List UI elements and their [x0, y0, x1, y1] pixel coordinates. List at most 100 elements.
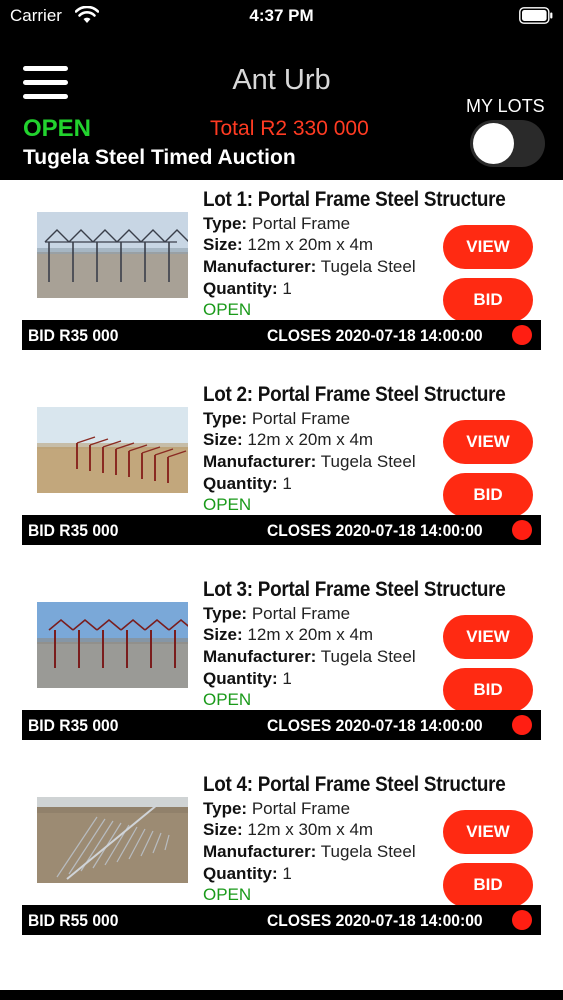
- auction-name: Tugela Steel Timed Auction: [23, 146, 296, 169]
- type-value: Portal Frame: [251, 409, 351, 428]
- lot-size: Size: 12m x 20m x 4m: [203, 625, 373, 645]
- lot-quantity: Quantity: 1: [203, 474, 292, 494]
- status-indicator-dot: [512, 325, 532, 345]
- lot-type: Type: Portal Frame: [203, 604, 350, 624]
- lot-card[interactable]: Lot 1: Portal Frame Steel Structure Type…: [0, 180, 563, 375]
- lot-type: Type: Portal Frame: [203, 409, 350, 429]
- lot-title: Lot 2: Portal Frame Steel Structure: [203, 383, 506, 406]
- lot-title: Lot 1: Portal Frame Steel Structure: [203, 188, 506, 211]
- quantity-label: Quantity:: [203, 864, 278, 883]
- size-value: 12m x 30m x 4m: [247, 820, 374, 839]
- lot-quantity: Quantity: 1: [203, 279, 292, 299]
- auction-status: OPEN: [23, 115, 92, 142]
- current-bid: BID R35 000: [28, 716, 119, 735]
- lot-image[interactable]: [37, 407, 188, 493]
- type-value: Portal Frame: [251, 799, 351, 818]
- closing-time: CLOSES 2020-07-18 14:00:00: [267, 326, 483, 345]
- lot-title: Lot 3: Portal Frame Steel Structure: [203, 578, 506, 601]
- current-bid: BID R35 000: [28, 521, 119, 540]
- app-header: Carrier 4:37 PM Ant Urb OPEN Total R2 33…: [0, 0, 563, 180]
- closing-time: CLOSES 2020-07-18 14:00:00: [267, 911, 483, 930]
- bid-button[interactable]: BID: [443, 668, 533, 712]
- current-bid: BID R55 000: [28, 911, 119, 930]
- bid-button[interactable]: BID: [443, 278, 533, 322]
- battery-icon: [519, 7, 553, 24]
- quantity-label: Quantity:: [203, 474, 278, 493]
- lot-status: OPEN: [203, 885, 252, 904]
- quantity-label: Quantity:: [203, 279, 278, 298]
- type-value: Portal Frame: [251, 604, 351, 623]
- my-lots-toggle[interactable]: [470, 120, 545, 167]
- lot-info-bar: BID R35 000 CLOSES 2020-07-18 14:00:00: [22, 515, 541, 545]
- closing-time: CLOSES 2020-07-18 14:00:00: [267, 716, 483, 735]
- lot-title: Lot 4: Portal Frame Steel Structure: [203, 773, 506, 796]
- quantity-value: 1: [282, 474, 292, 493]
- manufacturer-value: Tugela Steel: [320, 257, 416, 276]
- lot-quantity: Quantity: 1: [203, 669, 292, 689]
- lot-manufacturer: Manufacturer: Tugela Steel: [203, 842, 416, 862]
- view-button[interactable]: VIEW: [443, 615, 533, 659]
- manufacturer-label: Manufacturer:: [203, 452, 317, 471]
- size-label: Size:: [203, 235, 243, 254]
- my-lots-label: MY LOTS: [466, 96, 545, 116]
- lot-status: OPEN: [203, 495, 252, 514]
- bottom-bar: [0, 990, 563, 1000]
- toggle-knob: [473, 123, 514, 164]
- size-value: 12m x 20m x 4m: [247, 625, 374, 644]
- view-button[interactable]: VIEW: [443, 810, 533, 854]
- auction-total: Total R2 330 000: [210, 117, 369, 140]
- lot-status: OPEN: [203, 300, 252, 319]
- lot-type: Type: Portal Frame: [203, 799, 350, 819]
- type-label: Type:: [203, 799, 248, 818]
- bid-button[interactable]: BID: [443, 473, 533, 517]
- view-button[interactable]: VIEW: [443, 225, 533, 269]
- lot-manufacturer: Manufacturer: Tugela Steel: [203, 647, 416, 667]
- lot-type: Type: Portal Frame: [203, 214, 350, 234]
- type-value: Portal Frame: [251, 214, 351, 233]
- quantity-value: 1: [282, 279, 292, 298]
- lot-card[interactable]: Lot 3: Portal Frame Steel Structure Type…: [0, 570, 563, 765]
- lot-card[interactable]: Lot 2: Portal Frame Steel Structure Type…: [0, 375, 563, 570]
- lot-info-bar: BID R55 000 CLOSES 2020-07-18 14:00:00: [22, 905, 541, 935]
- lot-image[interactable]: [37, 212, 188, 298]
- quantity-value: 1: [282, 669, 292, 688]
- manufacturer-label: Manufacturer:: [203, 842, 317, 861]
- closing-time: CLOSES 2020-07-18 14:00:00: [267, 521, 483, 540]
- size-label: Size:: [203, 625, 243, 644]
- lot-size: Size: 12m x 20m x 4m: [203, 430, 373, 450]
- type-label: Type:: [203, 604, 248, 623]
- app-title: Ant Urb: [232, 64, 331, 96]
- size-label: Size:: [203, 820, 243, 839]
- manufacturer-label: Manufacturer:: [203, 257, 317, 276]
- manufacturer-value: Tugela Steel: [320, 647, 416, 666]
- lot-manufacturer: Manufacturer: Tugela Steel: [203, 257, 416, 277]
- quantity-value: 1: [282, 864, 292, 883]
- status-indicator-dot: [512, 910, 532, 930]
- size-value: 12m x 20m x 4m: [247, 235, 374, 254]
- status-bar: Carrier 4:37 PM: [0, 0, 563, 32]
- clock: 4:37 PM: [249, 6, 314, 25]
- manufacturer-value: Tugela Steel: [320, 842, 416, 861]
- lot-card[interactable]: Lot 4: Portal Frame Steel Structure Type…: [0, 765, 563, 960]
- size-label: Size:: [203, 430, 243, 449]
- lot-image[interactable]: [37, 797, 188, 883]
- status-indicator-dot: [512, 715, 532, 735]
- lot-size: Size: 12m x 30m x 4m: [203, 820, 373, 840]
- status-indicator-dot: [512, 520, 532, 540]
- lot-info-bar: BID R35 000 CLOSES 2020-07-18 14:00:00: [22, 320, 541, 350]
- manufacturer-value: Tugela Steel: [320, 452, 416, 471]
- lot-info-bar: BID R35 000 CLOSES 2020-07-18 14:00:00: [22, 710, 541, 740]
- lot-manufacturer: Manufacturer: Tugela Steel: [203, 452, 416, 472]
- lot-status: OPEN: [203, 690, 252, 709]
- manufacturer-label: Manufacturer:: [203, 647, 317, 666]
- type-label: Type:: [203, 409, 248, 428]
- view-button[interactable]: VIEW: [443, 420, 533, 464]
- lot-quantity: Quantity: 1: [203, 864, 292, 884]
- lot-size: Size: 12m x 20m x 4m: [203, 235, 373, 255]
- size-value: 12m x 20m x 4m: [247, 430, 374, 449]
- current-bid: BID R35 000: [28, 326, 119, 345]
- type-label: Type:: [203, 214, 248, 233]
- quantity-label: Quantity:: [203, 669, 278, 688]
- lot-image[interactable]: [37, 602, 188, 688]
- bid-button[interactable]: BID: [443, 863, 533, 907]
